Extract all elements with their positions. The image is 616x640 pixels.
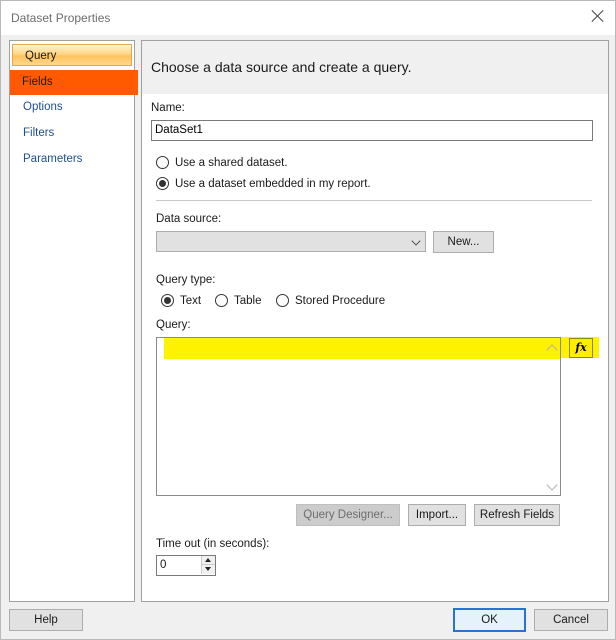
help-button[interactable]: Help xyxy=(9,609,83,631)
sidebar-item-parameters[interactable]: Parameters xyxy=(11,147,135,171)
expression-button[interactable]: fx xyxy=(569,338,593,358)
query-type-label: Query type: xyxy=(156,274,216,286)
dataset-properties-dialog: Dataset Properties Query Fields Options … xyxy=(0,0,616,640)
shared-dataset-radio[interactable] xyxy=(156,156,169,169)
sidebar-nav: Query Fields Options Filters Parameters xyxy=(9,40,138,602)
refresh-fields-button[interactable]: Refresh Fields xyxy=(474,504,560,526)
sidebar-item-filters[interactable]: Filters xyxy=(11,121,135,145)
query-type-sp-label[interactable]: Stored Procedure xyxy=(295,295,385,307)
timeout-stepper[interactable]: 0 xyxy=(156,555,216,576)
query-type-text-radio[interactable] xyxy=(161,294,174,307)
fx-icon: fx xyxy=(575,341,587,354)
chevron-down-icon xyxy=(411,236,421,246)
query-textarea[interactable] xyxy=(156,337,561,496)
name-label: Name: xyxy=(151,102,185,114)
query-label: Query: xyxy=(156,319,191,331)
query-type-table-label[interactable]: Table xyxy=(234,295,262,307)
query-panel: Choose a data source and create a query.… xyxy=(141,40,609,602)
timeout-label: Time out (in seconds): xyxy=(156,538,270,550)
query-designer-button[interactable]: Query Designer... xyxy=(296,504,400,526)
embedded-dataset-radio[interactable] xyxy=(156,177,169,190)
scroll-down-icon[interactable] xyxy=(546,479,558,491)
data-source-label: Data source: xyxy=(156,213,222,225)
page-title: Choose a data source and create a query. xyxy=(151,59,412,75)
close-icon[interactable] xyxy=(591,9,605,23)
sidebar-item-fields[interactable]: Fields xyxy=(10,70,138,95)
section-divider xyxy=(156,200,592,201)
ok-button[interactable]: OK xyxy=(453,608,526,632)
sidebar-item-query[interactable]: Query xyxy=(12,44,132,66)
window-title: Dataset Properties xyxy=(11,11,111,25)
query-type-table-radio[interactable] xyxy=(215,294,228,307)
title-bar: Dataset Properties xyxy=(1,1,615,35)
arrow-down-icon xyxy=(205,567,211,571)
query-highlight xyxy=(164,338,560,359)
new-datasource-button[interactable]: New... xyxy=(433,231,494,253)
shared-dataset-label[interactable]: Use a shared dataset. xyxy=(175,157,288,169)
query-type-sp-radio[interactable] xyxy=(276,294,289,307)
embedded-dataset-label[interactable]: Use a dataset embedded in my report. xyxy=(175,178,371,190)
data-source-dropdown[interactable] xyxy=(156,231,426,252)
name-field[interactable]: DataSet1 xyxy=(151,120,593,141)
spin-down-button[interactable] xyxy=(201,565,215,574)
cancel-button[interactable]: Cancel xyxy=(534,609,608,631)
spin-up-button[interactable] xyxy=(201,556,215,565)
sidebar-item-options[interactable]: Options xyxy=(11,95,135,119)
arrow-up-icon xyxy=(205,558,211,562)
import-button[interactable]: Import... xyxy=(408,504,466,526)
panel-header: Choose a data source and create a query. xyxy=(142,41,608,94)
query-type-text-label[interactable]: Text xyxy=(180,295,201,307)
timeout-value: 0 xyxy=(160,559,167,571)
